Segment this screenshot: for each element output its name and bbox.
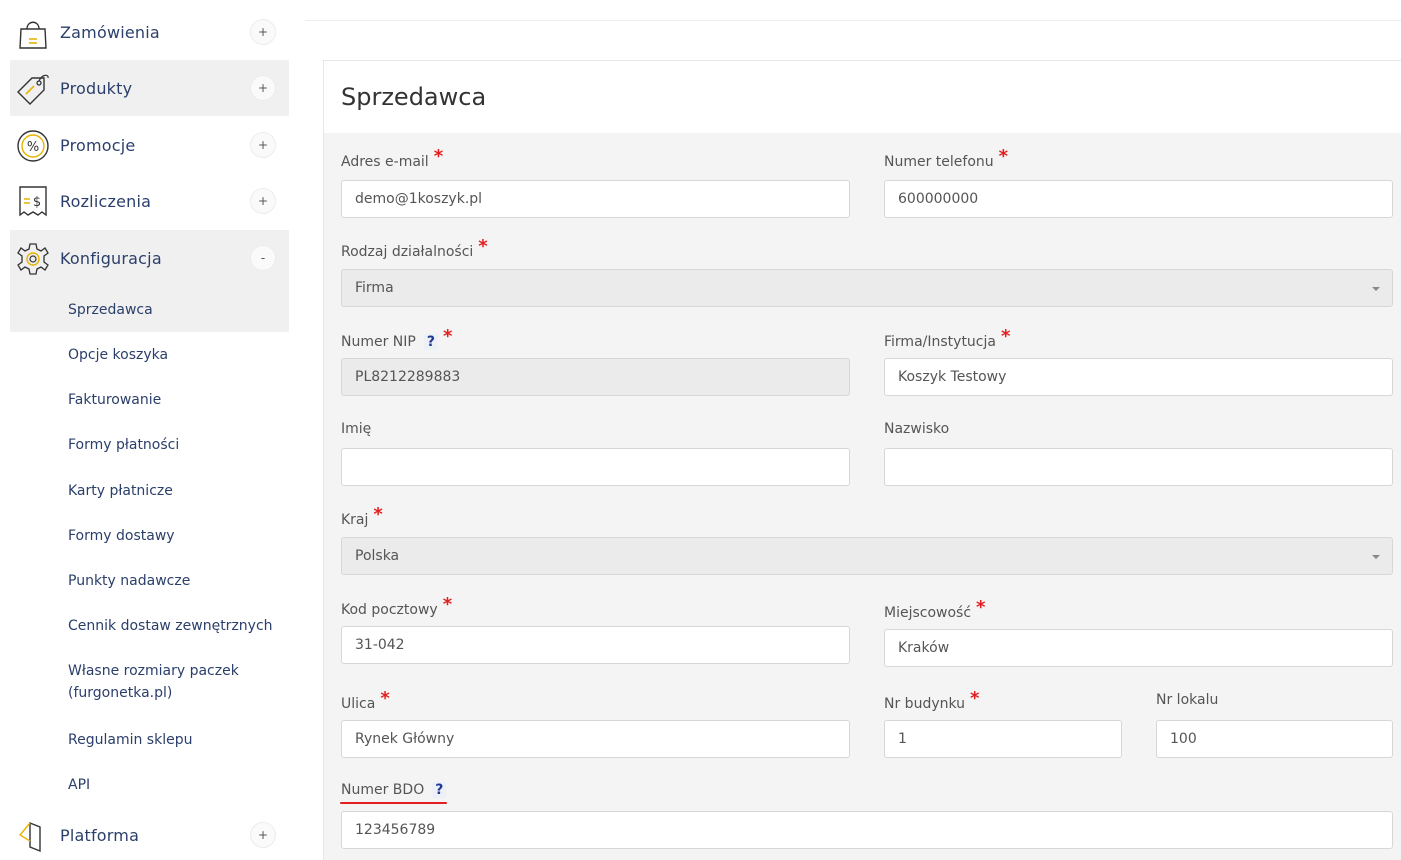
- postal-code-label: Kod pocztowy *: [341, 594, 452, 619]
- chevron-down-icon: [1372, 287, 1380, 291]
- phone-label: Numer telefonu *: [884, 146, 1008, 171]
- required-mark: *: [373, 504, 383, 525]
- required-mark: *: [380, 688, 390, 709]
- nav-item-zamowienia[interactable]: Zamówienia +: [10, 4, 289, 60]
- last-name-field[interactable]: [884, 448, 1393, 486]
- bdo-highlight-underline: [340, 802, 447, 804]
- expand-toggle-zamowienia[interactable]: +: [250, 19, 276, 45]
- phone-label-text: Numer telefonu: [884, 154, 994, 170]
- price-tag-icon: [17, 74, 49, 105]
- building-number-label: Nr budynku *: [884, 688, 979, 713]
- percent-icon: %: [17, 130, 49, 162]
- platform-icon: [18, 821, 41, 853]
- country-select[interactable]: Polska: [341, 537, 1393, 575]
- nav-label-konfiguracja: Konfiguracja: [60, 248, 162, 268]
- country-label-text: Kraj: [341, 512, 369, 528]
- nav-item-platforma[interactable]: Platforma +: [10, 807, 289, 860]
- collapse-toggle-konfiguracja[interactable]: -: [250, 245, 276, 271]
- required-mark: *: [998, 146, 1009, 167]
- svg-text:%: %: [27, 140, 39, 155]
- email-label-text: Adres e-mail: [341, 154, 429, 170]
- bdo-label: Numer BDO?: [341, 782, 447, 798]
- bdo-field[interactable]: 123456789: [341, 811, 1393, 849]
- street-field[interactable]: Rynek Główny: [341, 720, 850, 758]
- business-type-label-text: Rodzaj działalności: [341, 244, 474, 260]
- first-name-label: Imię: [341, 421, 372, 437]
- building-number-label-text: Nr budynku: [884, 696, 966, 712]
- subitem-wlasne-rozmiary-line1: Własne rozmiary paczek: [68, 663, 239, 679]
- nav-item-konfiguracja[interactable]: Konfiguracja -: [10, 230, 289, 286]
- required-mark: *: [442, 594, 453, 615]
- company-field[interactable]: Koszyk Testowy: [884, 358, 1393, 396]
- postal-code-field[interactable]: 31-042: [341, 626, 850, 664]
- street-label: Ulica *: [341, 688, 390, 713]
- company-label: Firma/Instytucja *: [884, 326, 1010, 351]
- expand-toggle-platforma[interactable]: +: [250, 822, 276, 848]
- subitem-opcje-koszyka[interactable]: Opcje koszyka: [68, 344, 168, 366]
- country-label: Kraj *: [341, 504, 383, 529]
- company-label-text: Firma/Instytucja: [884, 334, 996, 350]
- subitem-wlasne-rozmiary-paczek[interactable]: Własne rozmiary paczek (furgonetka.pl): [68, 660, 278, 704]
- sidebar: Zamówienia + Produkty + % Promocje + $ R…: [0, 0, 300, 860]
- bdo-label-text: Numer BDO: [341, 782, 425, 798]
- subitem-cennik-dostaw[interactable]: Cennik dostaw zewnętrznych: [68, 615, 273, 637]
- apartment-number-field[interactable]: 100: [1156, 720, 1393, 758]
- nip-label: Numer NIP? *: [341, 326, 452, 351]
- nav-item-produkty[interactable]: Produkty +: [10, 60, 289, 116]
- city-field[interactable]: Kraków: [884, 629, 1393, 667]
- required-mark: *: [1000, 326, 1011, 347]
- shopping-bag-icon: [19, 21, 47, 49]
- help-icon[interactable]: ?: [432, 782, 447, 798]
- page-title: Sprzedawca: [341, 83, 487, 111]
- subitem-punkty-nadawcze[interactable]: Punkty nadawcze: [68, 570, 190, 592]
- apartment-number-label: Nr lokalu: [1156, 692, 1219, 708]
- postal-code-label-text: Kod pocztowy: [341, 602, 438, 618]
- email-label: Adres e-mail *: [341, 146, 443, 171]
- nav-item-rozliczenia[interactable]: $ Rozliczenia +: [10, 173, 289, 229]
- required-mark: *: [970, 688, 980, 709]
- subitem-formy-platnosci[interactable]: Formy płatności: [68, 434, 179, 456]
- subitem-fakturowanie[interactable]: Fakturowanie: [68, 389, 161, 411]
- required-mark: *: [442, 326, 453, 347]
- nip-field[interactable]: PL8212289883: [341, 358, 850, 396]
- street-label-text: Ulica: [341, 696, 376, 712]
- required-mark: *: [433, 146, 444, 167]
- subitem-formy-dostawy[interactable]: Formy dostawy: [68, 525, 175, 547]
- business-type-value: Firma: [355, 280, 394, 296]
- nip-label-text: Numer NIP: [341, 334, 416, 350]
- subitem-api[interactable]: API: [68, 774, 90, 796]
- subitem-wlasne-rozmiary-line2: (furgonetka.pl): [68, 685, 173, 701]
- phone-field[interactable]: 600000000: [884, 180, 1393, 218]
- subitem-regulamin-sklepu[interactable]: Regulamin sklepu: [68, 729, 192, 751]
- subitem-sprzedawca[interactable]: Sprzedawca: [68, 299, 153, 321]
- nav-item-promocje[interactable]: % Promocje +: [10, 117, 289, 173]
- email-field[interactable]: demo@1koszyk.pl: [341, 180, 850, 218]
- receipt-icon: $: [19, 186, 47, 217]
- business-type-label: Rodzaj działalności *: [341, 236, 488, 261]
- expand-toggle-produkty[interactable]: +: [250, 75, 276, 101]
- last-name-label: Nazwisko: [884, 421, 950, 437]
- required-mark: *: [976, 597, 986, 618]
- chevron-down-icon: [1372, 555, 1380, 559]
- gear-icon: [17, 243, 49, 275]
- nav-label-promocje: Promocje: [60, 135, 136, 155]
- nav-label-platforma: Platforma: [60, 825, 140, 845]
- help-icon[interactable]: ?: [423, 334, 438, 350]
- subitem-karty-platnicze[interactable]: Karty płatnicze: [68, 480, 173, 502]
- country-value: Polska: [355, 548, 400, 564]
- nav-label-zamowienia: Zamówienia: [60, 22, 160, 42]
- city-label-text: Miejscowość: [884, 605, 972, 621]
- card-header: Sprzedawca: [324, 61, 1401, 133]
- business-type-select[interactable]: Firma: [341, 269, 1393, 307]
- required-mark: *: [478, 236, 488, 257]
- nav-label-produkty: Produkty: [60, 78, 133, 98]
- svg-text:$: $: [33, 195, 41, 210]
- first-name-field[interactable]: [341, 448, 850, 486]
- city-label: Miejscowość *: [884, 597, 985, 622]
- expand-toggle-rozliczenia[interactable]: +: [250, 188, 276, 214]
- top-divider: [305, 20, 1401, 21]
- building-number-field[interactable]: 1: [884, 720, 1122, 758]
- expand-toggle-promocje[interactable]: +: [250, 132, 276, 158]
- nav-label-rozliczenia: Rozliczenia: [60, 191, 152, 211]
